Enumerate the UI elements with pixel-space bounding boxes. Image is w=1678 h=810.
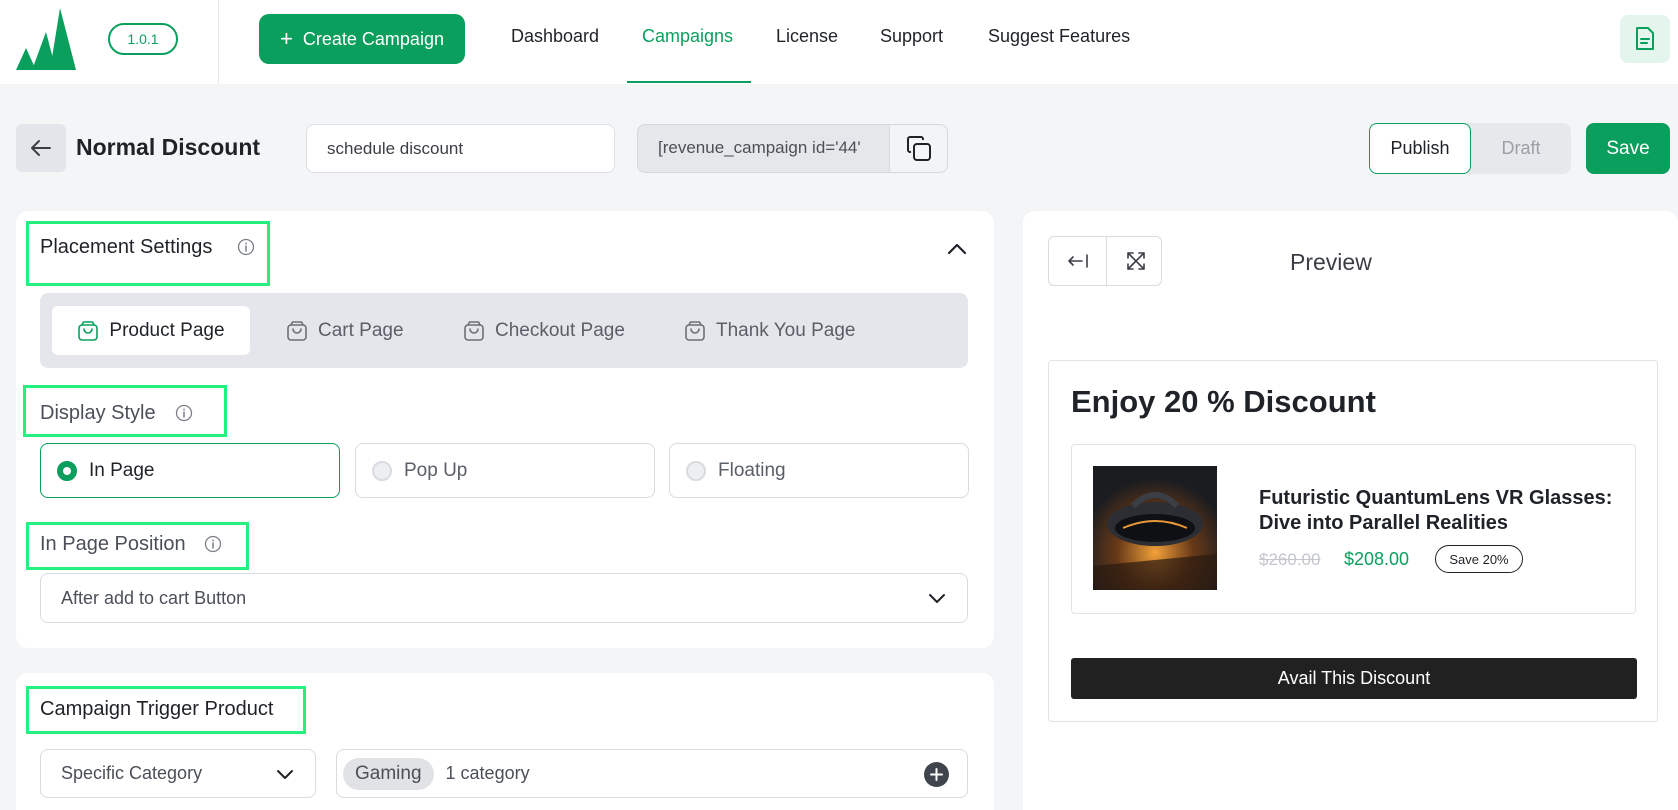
preview-title: Preview bbox=[1290, 249, 1372, 275]
nav-divider bbox=[218, 0, 219, 84]
option-label: In Page bbox=[89, 459, 155, 481]
draft-button[interactable]: Draft bbox=[1471, 123, 1571, 174]
save-button[interactable]: Save bbox=[1586, 123, 1670, 174]
back-button[interactable] bbox=[16, 124, 66, 172]
radio-unselected bbox=[372, 460, 392, 481]
product-name: Futuristic QuantumLens VR Glasses: Dive … bbox=[1259, 487, 1613, 534]
select-value: Specific Category bbox=[61, 763, 203, 783]
shopping-bag-icon bbox=[685, 320, 705, 341]
active-nav-indicator bbox=[627, 81, 751, 83]
document-icon bbox=[1636, 27, 1654, 50]
top-nav: 1.0.1 + Create Campaign Dashboard Campai… bbox=[0, 0, 1678, 84]
shopping-bag-icon bbox=[464, 320, 484, 341]
publish-button[interactable]: Publish bbox=[1369, 123, 1471, 174]
chevron-down-icon bbox=[277, 769, 293, 779]
avail-discount-button[interactable]: Avail This Discount bbox=[1071, 658, 1637, 699]
tab-label: Cart Page bbox=[318, 319, 404, 341]
fullscreen-button[interactable] bbox=[1107, 237, 1164, 285]
option-label: Pop Up bbox=[404, 459, 468, 481]
page-title: Normal Discount bbox=[76, 134, 261, 160]
expand-icon bbox=[1126, 252, 1145, 270]
nav-license[interactable]: License bbox=[776, 26, 838, 47]
nav-suggest-features[interactable]: Suggest Features bbox=[988, 26, 1130, 47]
discounted-price: $208.00 bbox=[1344, 549, 1410, 569]
display-option-pop-up[interactable]: Pop Up bbox=[355, 443, 655, 498]
in-page-position-title: In Page Position bbox=[40, 533, 186, 555]
copy-icon bbox=[906, 135, 931, 161]
info-icon[interactable] bbox=[175, 404, 193, 422]
category-count: 1 category bbox=[445, 763, 530, 783]
category-field[interactable]: Gaming 1 category bbox=[336, 749, 968, 798]
campaign-name-input[interactable] bbox=[306, 124, 615, 173]
placement-tabs: Product Page Cart Page Checkout Page Tha… bbox=[40, 293, 968, 368]
preview-toolbar bbox=[1048, 236, 1162, 286]
shortcode-field[interactable]: [revenue_campaign id='44' bbox=[637, 124, 890, 173]
tab-cart-page[interactable]: Cart Page bbox=[286, 306, 404, 355]
copy-shortcode-button[interactable] bbox=[889, 124, 948, 173]
campaign-trigger-title: Campaign Trigger Product bbox=[40, 698, 274, 720]
display-option-floating[interactable]: Floating bbox=[669, 443, 969, 498]
create-campaign-button[interactable]: + Create Campaign bbox=[259, 14, 465, 64]
status-toggle: Publish Draft bbox=[1369, 123, 1571, 174]
tab-checkout-page[interactable]: Checkout Page bbox=[463, 306, 625, 355]
version-badge: 1.0.1 bbox=[108, 23, 178, 55]
plus-icon bbox=[930, 768, 943, 781]
info-icon[interactable] bbox=[204, 535, 222, 553]
placement-settings-title: Placement Settings bbox=[40, 236, 213, 258]
tab-thank-you-page[interactable]: Thank You Page bbox=[684, 306, 855, 355]
chevron-up-icon[interactable] bbox=[946, 238, 968, 260]
nav-campaigns[interactable]: Campaigns bbox=[642, 26, 733, 47]
display-option-in-page[interactable]: In Page bbox=[40, 443, 340, 498]
display-style-title: Display Style bbox=[40, 402, 156, 424]
radio-selected bbox=[57, 460, 77, 481]
option-label: Floating bbox=[718, 459, 786, 481]
tab-label: Thank You Page bbox=[716, 319, 856, 341]
category-chip[interactable]: Gaming bbox=[343, 757, 434, 790]
logo-icon[interactable] bbox=[16, 8, 78, 70]
select-value: After add to cart Button bbox=[61, 587, 247, 608]
trigger-type-select[interactable]: Specific Category bbox=[40, 749, 316, 798]
save-badge: Save 20% bbox=[1435, 545, 1523, 573]
arrow-left-bar-icon bbox=[1067, 254, 1088, 268]
shopping-bag-icon bbox=[78, 320, 99, 341]
tab-product-page[interactable]: Product Page bbox=[52, 306, 250, 355]
original-price: $260.00 bbox=[1259, 550, 1321, 569]
create-campaign-label: Create Campaign bbox=[302, 28, 444, 49]
product-image bbox=[1093, 466, 1217, 590]
discount-heading: Enjoy 20 % Discount bbox=[1071, 384, 1376, 419]
radio-unselected bbox=[686, 460, 706, 481]
info-icon[interactable] bbox=[237, 238, 255, 256]
nav-dashboard[interactable]: Dashboard bbox=[511, 26, 599, 47]
shopping-bag-icon bbox=[287, 320, 307, 341]
plus-icon: + bbox=[280, 26, 293, 51]
docs-button[interactable] bbox=[1620, 15, 1670, 63]
tab-label: Checkout Page bbox=[495, 319, 625, 341]
nav-support[interactable]: Support bbox=[880, 26, 943, 47]
collapse-sidebar-button[interactable] bbox=[1049, 237, 1106, 285]
chevron-down-icon bbox=[929, 594, 945, 603]
add-category-button[interactable] bbox=[924, 762, 949, 787]
tab-label: Product Page bbox=[109, 319, 225, 341]
arrow-left-icon bbox=[31, 140, 51, 156]
in-page-position-select[interactable]: After add to cart Button bbox=[40, 573, 968, 623]
